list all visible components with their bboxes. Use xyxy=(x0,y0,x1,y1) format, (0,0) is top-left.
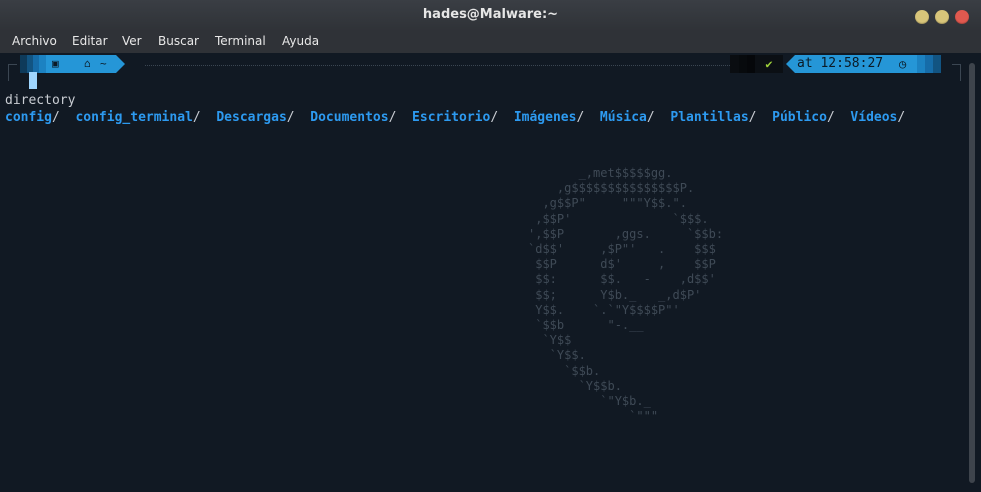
debian-swirl-ascii-logo: _,met$$$$$gg. ,g$$$$$$$$$$$$$$$P. ,g$$P"… xyxy=(528,166,724,424)
folder-config-terminal[interactable]: config_terminal xyxy=(75,110,192,125)
prompt-fade-block xyxy=(933,55,941,73)
menu-bar: Archivo Editar Ver Buscar Terminal Ayuda xyxy=(0,31,981,53)
menu-editar[interactable]: Editar xyxy=(72,31,108,53)
prompt-frame-right xyxy=(952,64,961,81)
maximize-button[interactable] xyxy=(935,10,949,24)
prompt-segment-time: at 12:58:27 ◷ xyxy=(795,55,917,73)
minimize-button[interactable] xyxy=(915,10,929,24)
text-cursor xyxy=(29,72,37,89)
folder-documentos[interactable]: Documentos xyxy=(310,110,388,125)
title-bar[interactable]: hades@Malware:~ xyxy=(0,0,981,32)
close-button[interactable] xyxy=(955,10,969,24)
home-icon: ⌂ xyxy=(84,57,91,70)
prompt-fade-block xyxy=(925,55,933,73)
folder-publico[interactable]: Público xyxy=(772,110,827,125)
menu-ayuda[interactable]: Ayuda xyxy=(282,31,319,53)
terminal-window: hades@Malware:~ Archivo Editar Ver Busca… xyxy=(0,0,981,492)
prompt-frame-left xyxy=(8,64,17,81)
prompt-fade-block xyxy=(39,55,46,73)
prompt-segment-path: ▣ ⌂ ~ xyxy=(46,55,116,73)
vertical-scrollbar[interactable] xyxy=(966,53,981,492)
prompt-fade-block xyxy=(730,55,739,73)
folder-descargas[interactable]: Descargas xyxy=(216,110,286,125)
prompt-time: at 12:58:27 xyxy=(797,56,884,71)
folder-escritorio[interactable]: Escritorio xyxy=(412,110,490,125)
prompt-fade-block xyxy=(20,55,27,73)
prompt-path: ~ xyxy=(100,57,107,70)
menu-terminal[interactable]: Terminal xyxy=(215,31,266,53)
output-directory-line: directory xyxy=(5,93,76,108)
menu-ver[interactable]: Ver xyxy=(122,31,142,53)
folder-config[interactable]: config xyxy=(5,110,52,125)
folder-imagenes[interactable]: Imágenes xyxy=(514,110,577,125)
folder-videos[interactable]: Vídeos xyxy=(850,110,897,125)
folder-musica[interactable]: Música xyxy=(600,110,647,125)
scrollbar-thumb[interactable] xyxy=(969,63,975,483)
prompt-separator xyxy=(145,65,730,66)
prompt-fade-block xyxy=(747,55,755,73)
folder-plantillas[interactable]: Plantillas xyxy=(670,110,748,125)
terminal-icon: ▣ xyxy=(52,57,59,70)
prompt-fade-block xyxy=(917,55,925,73)
menu-buscar[interactable]: Buscar xyxy=(158,31,199,53)
clock-icon: ◷ xyxy=(899,57,907,71)
prompt-fade-block xyxy=(739,55,747,73)
menu-archivo[interactable]: Archivo xyxy=(12,31,57,53)
terminal-area[interactable]: ▣ ⌂ ~ ✔ at 12:58:27 ◷ directory config/ … xyxy=(0,53,966,492)
folder-listing: config/ config_terminal/ Descargas/ Docu… xyxy=(5,110,906,125)
prompt-arrow-right xyxy=(116,55,125,73)
prompt-arrow-left xyxy=(786,55,795,73)
window-title: hades@Malware:~ xyxy=(422,7,559,22)
status-check-icon: ✔ xyxy=(755,55,783,73)
